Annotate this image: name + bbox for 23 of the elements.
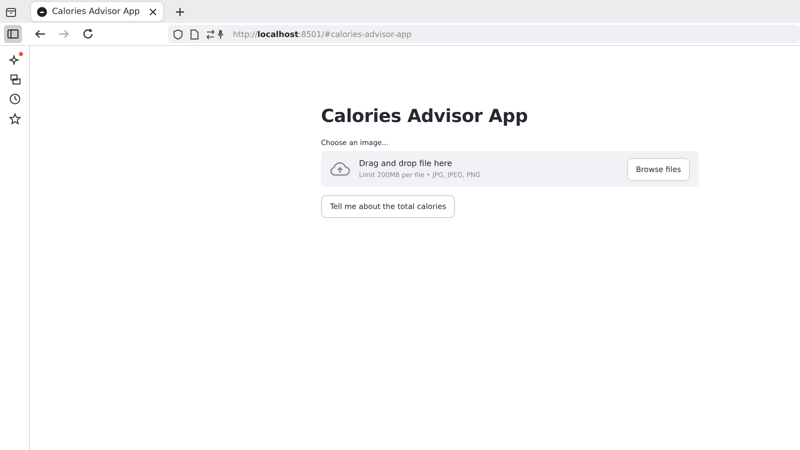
browser-tab[interactable]: Calories Advisor App (31, 2, 163, 21)
back-icon[interactable] (34, 28, 46, 40)
sidebar-toggle-icon[interactable] (4, 25, 22, 43)
tab-title: Calories Advisor App (52, 6, 141, 16)
close-icon[interactable] (149, 8, 157, 16)
permissions-icon[interactable] (206, 28, 226, 40)
address-bar[interactable]: http://localhost:8501/#calories-advisor-app (168, 25, 800, 43)
star-icon (8, 113, 20, 125)
sidebar-item[interactable] (6, 52, 22, 66)
clock-icon (8, 93, 20, 105)
reload-icon[interactable] (82, 28, 94, 40)
sparkle-icon (8, 53, 20, 65)
sidebar-item[interactable] (6, 112, 22, 126)
new-tab-icon[interactable] (175, 6, 185, 16)
url-text: http://localhost:8501/#calories-advisor-app (233, 30, 412, 38)
page-title: Calories Advisor App (321, 106, 528, 127)
shield-icon[interactable] (173, 28, 183, 40)
site-icon (37, 6, 47, 16)
cloud-upload-icon (330, 162, 350, 176)
page-icon[interactable] (190, 28, 199, 40)
tab-list-icon[interactable] (5, 6, 17, 18)
drop-prompt: Drag and drop file here (359, 159, 454, 168)
sidebar-item[interactable] (6, 92, 22, 106)
